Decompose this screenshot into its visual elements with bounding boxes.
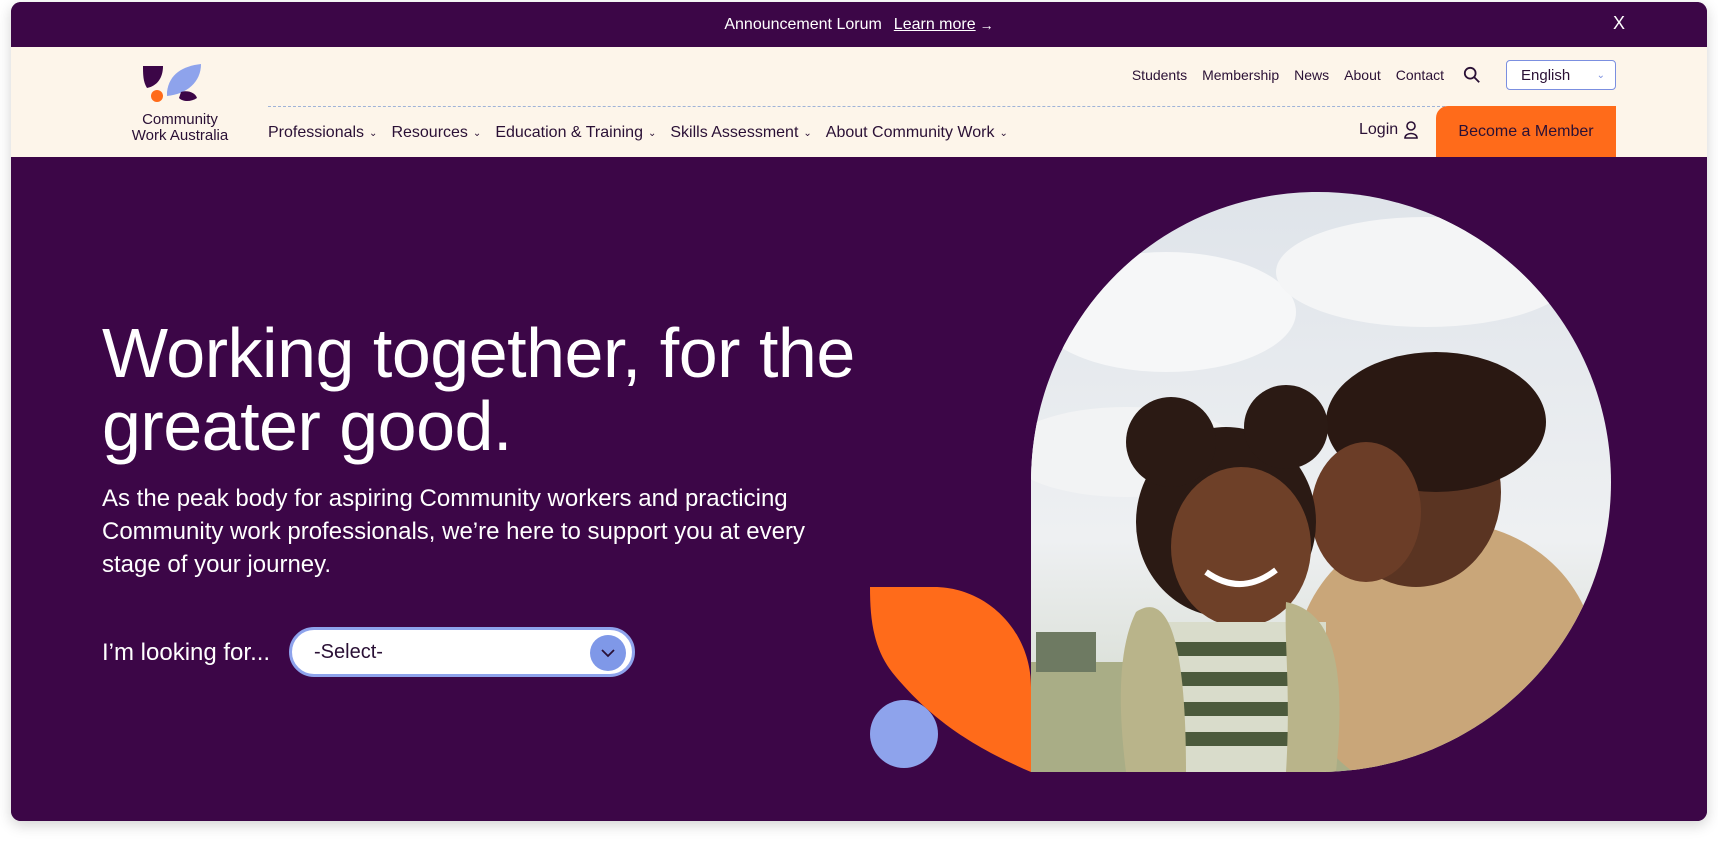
logo-text-line1: Community xyxy=(142,111,218,128)
looking-for-label: I’m looking for... xyxy=(102,639,271,666)
announcement-bar: Announcement Lorum Learn more → X xyxy=(11,2,1707,47)
nav-item-professionals[interactable]: Professionals ⌄ xyxy=(268,124,377,142)
nav-item-skills-assessment[interactable]: Skills Assessment ⌄ xyxy=(670,124,811,142)
hero-image xyxy=(870,192,1611,772)
user-icon xyxy=(1404,121,1418,139)
login-button[interactable]: Login xyxy=(1359,121,1418,139)
nav-item-resources[interactable]: Resources ⌄ xyxy=(391,124,481,142)
logo-mark-icon xyxy=(143,64,201,102)
chevron-down-icon: ⌄ xyxy=(369,127,378,139)
main-nav: Professionals ⌄ Resources ⌄ Education & … xyxy=(268,124,1008,142)
nav-item-about-community-work[interactable]: About Community Work ⌄ xyxy=(826,124,1008,142)
utility-link-membership[interactable]: Membership xyxy=(1202,67,1279,83)
utility-link-students[interactable]: Students xyxy=(1132,67,1187,83)
login-label: Login xyxy=(1359,121,1399,138)
utility-link-news[interactable]: News xyxy=(1294,67,1329,83)
chevron-down-icon: ⌄ xyxy=(1596,69,1605,81)
hero-headline: Working together, for the greater good. xyxy=(102,314,855,465)
search-icon[interactable] xyxy=(1463,66,1481,84)
logo-text-line2: Work Australia xyxy=(131,127,229,144)
site-logo[interactable]: Community Work Australia xyxy=(115,62,245,147)
nav-label: Education & Training xyxy=(495,124,643,141)
language-select[interactable]: English ⌄ xyxy=(1506,60,1616,90)
close-announcement-button[interactable]: X xyxy=(1613,13,1625,34)
utility-link-contact[interactable]: Contact xyxy=(1396,67,1444,83)
nav-label: Resources xyxy=(391,124,468,141)
browser-page: Announcement Lorum Learn more → X Commun… xyxy=(11,2,1707,821)
chevron-down-icon: ⌄ xyxy=(803,127,812,139)
chevron-down-icon: ⌄ xyxy=(999,127,1008,139)
arrow-right-icon: → xyxy=(979,16,994,33)
nav-item-education-training[interactable]: Education & Training ⌄ xyxy=(495,124,656,142)
chevron-down-icon: ⌄ xyxy=(472,127,482,139)
learn-more-link[interactable]: Learn more xyxy=(894,16,976,34)
looking-for-select[interactable]: -Select- xyxy=(289,627,635,677)
select-value: -Select- xyxy=(314,640,383,663)
nav-label: Professionals xyxy=(268,124,365,141)
nav-label: Skills Assessment xyxy=(670,124,799,141)
blue-circle-shape xyxy=(870,700,938,768)
announcement-text: Announcement Lorum xyxy=(724,15,882,33)
chevron-down-icon: ⌄ xyxy=(647,127,657,139)
photo-mother-daughter xyxy=(1031,192,1611,772)
chevron-down-icon xyxy=(590,635,626,671)
nav-label: About Community Work xyxy=(825,124,995,141)
utility-link-about[interactable]: About xyxy=(1344,67,1381,83)
hero-subtext: As the peak body for aspiring Community … xyxy=(102,485,805,578)
language-value: English xyxy=(1521,66,1571,84)
utility-nav: Students Membership News About Contact E… xyxy=(1132,60,1616,90)
header-divider xyxy=(268,106,1445,107)
become-member-button[interactable]: Become a Member xyxy=(1436,106,1616,157)
site-header: Community Work Australia Students Member… xyxy=(11,47,1707,157)
hero-section: Working together, for the greater good. … xyxy=(11,157,1707,821)
